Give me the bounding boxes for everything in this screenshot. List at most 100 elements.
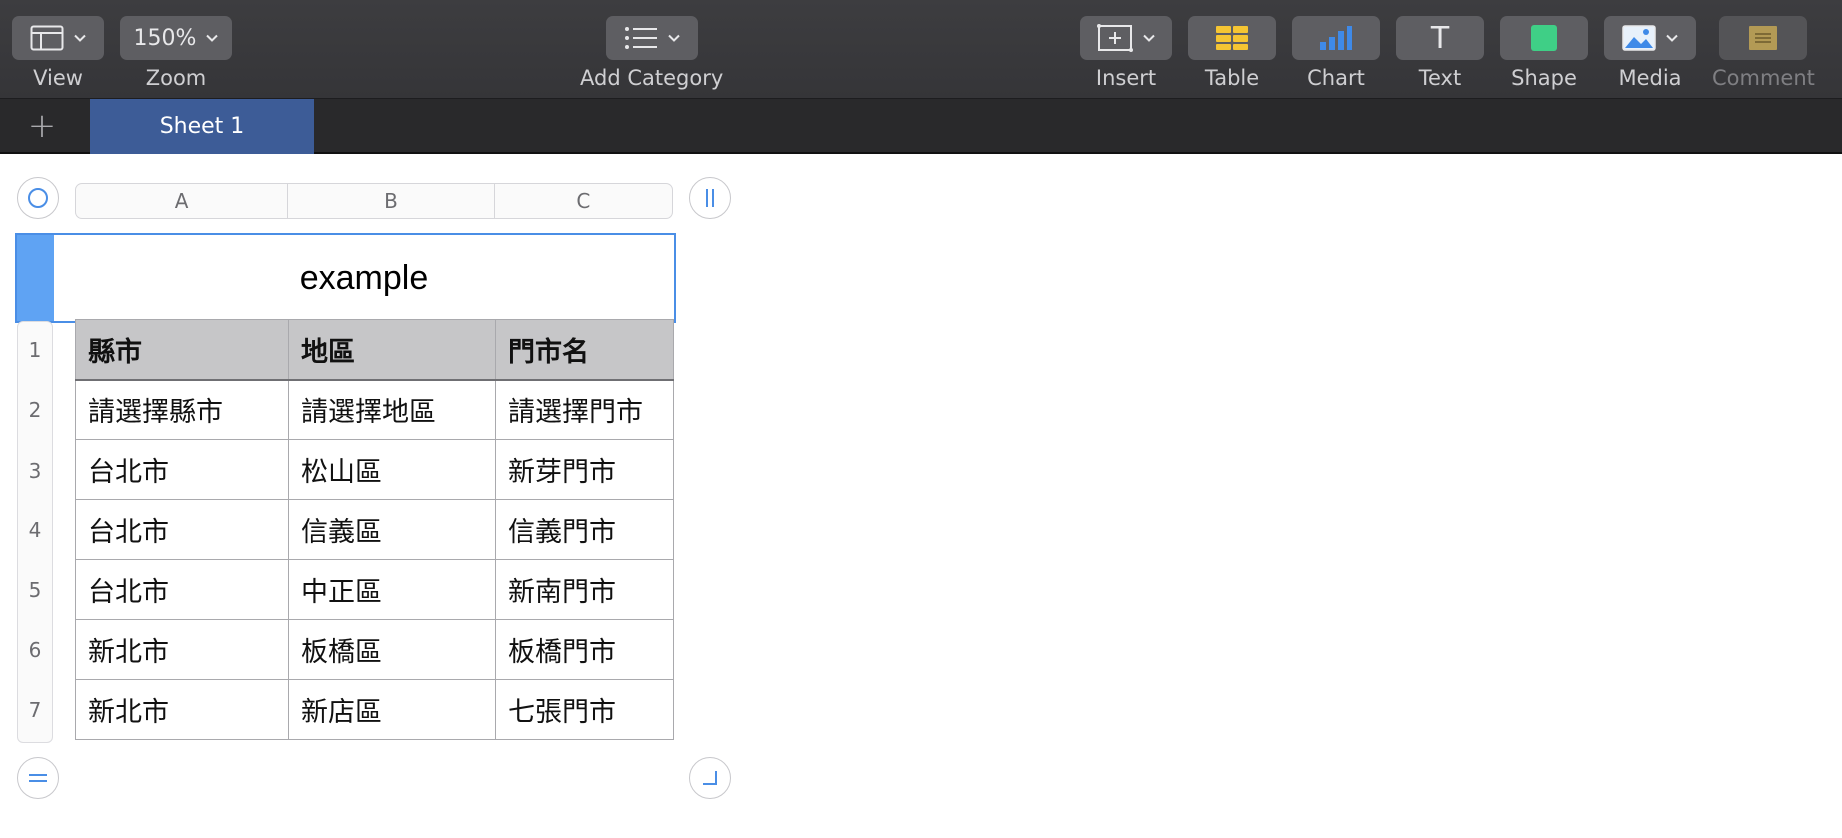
resize-table-handle[interactable] <box>689 757 731 799</box>
add-category-control[interactable]: Add Category <box>580 16 723 90</box>
table-button[interactable] <box>1188 16 1276 60</box>
table-row: 台北市 信義區 信義門市 <box>75 499 674 560</box>
table-cell[interactable]: 新北市 <box>75 619 289 680</box>
text-icon: T <box>1430 20 1450 56</box>
text-control[interactable]: T Text <box>1396 16 1484 90</box>
sheet-tab-label: Sheet 1 <box>159 114 245 139</box>
chart-label: Chart <box>1307 66 1365 90</box>
add-category-label: Add Category <box>580 66 724 90</box>
toolbar: View 150% Zoom Add Category Insert Table… <box>0 0 1842 99</box>
list-icon <box>624 27 657 49</box>
title-row-selector[interactable] <box>17 235 54 321</box>
header-cell[interactable]: 縣市 <box>75 319 289 381</box>
row-number[interactable]: 5 <box>18 578 52 602</box>
row-number[interactable]: 2 <box>18 398 52 422</box>
row-number[interactable]: 1 <box>18 338 52 362</box>
zoom-label: Zoom <box>145 66 207 90</box>
table-cell[interactable]: 台北市 <box>75 499 289 560</box>
table-row: 新北市 新店區 七張門市 <box>75 679 674 740</box>
comment-icon <box>1749 26 1778 50</box>
table-title-box[interactable]: example <box>15 233 676 323</box>
chevron-down-icon <box>206 34 219 42</box>
add-row-handle[interactable] <box>17 757 59 799</box>
shape-button[interactable] <box>1500 16 1588 60</box>
table-label: Table <box>1204 66 1260 90</box>
row-number[interactable]: 6 <box>18 638 52 662</box>
column-header-b[interactable]: B <box>288 184 495 218</box>
shape-icon <box>1531 25 1557 51</box>
text-button[interactable]: T <box>1396 16 1484 60</box>
table-cell[interactable]: 中正區 <box>288 559 496 620</box>
column-header-c[interactable]: C <box>495 184 672 218</box>
insert-button[interactable] <box>1080 16 1172 60</box>
table-cell[interactable]: 板橋區 <box>288 619 496 680</box>
chart-control[interactable]: Chart <box>1292 16 1380 90</box>
table-cell[interactable]: 信義門市 <box>495 499 674 560</box>
corner-resize-icon <box>703 771 717 785</box>
circle-handle-icon <box>28 188 48 208</box>
add-category-button[interactable] <box>605 16 698 60</box>
shape-label: Shape <box>1511 66 1577 90</box>
data-table: 縣市 地區 門市名 請選擇縣市 請選擇地區 請選擇門市 台北市 松山區 新芽門市… <box>75 319 674 740</box>
photo-icon <box>1622 25 1656 51</box>
table-title: example <box>299 258 429 297</box>
insert-box-icon <box>1097 24 1133 52</box>
table-cell[interactable]: 松山區 <box>288 439 496 500</box>
chevron-down-icon <box>1143 34 1155 42</box>
row-number[interactable]: 3 <box>18 459 52 483</box>
comment-control[interactable]: Comment <box>1712 16 1815 90</box>
table-cell[interactable]: 新北市 <box>75 679 289 740</box>
table-cell[interactable]: 七張門市 <box>495 679 674 740</box>
sheet-canvas: A B C example 1 2 3 4 5 6 7 縣市 地區 門市名 請選… <box>0 156 1842 838</box>
insert-label: Insert <box>1095 66 1157 90</box>
add-column-handle[interactable] <box>689 177 731 219</box>
row-header-bar: 1 2 3 4 5 6 7 <box>17 321 53 743</box>
shape-control[interactable]: Shape <box>1500 16 1588 90</box>
tab-sheet-1[interactable]: Sheet 1 <box>90 99 314 154</box>
header-cell[interactable]: 地區 <box>288 319 496 381</box>
header-row: 縣市 地區 門市名 <box>75 319 674 381</box>
zoom-control[interactable]: 150% Zoom <box>120 16 232 90</box>
table-row: 請選擇縣市 請選擇地區 請選擇門市 <box>75 379 674 440</box>
row-number[interactable]: 4 <box>18 518 52 542</box>
add-sheet-button[interactable]: + <box>22 109 62 145</box>
column-header-a[interactable]: A <box>76 184 289 218</box>
table-cell[interactable]: 台北市 <box>75 439 289 500</box>
sidebar-layout-icon <box>30 25 64 51</box>
view-control[interactable]: View <box>12 16 104 90</box>
media-label: Media <box>1618 66 1682 90</box>
column-header-bar: A B C <box>75 183 673 219</box>
pause-bars-icon <box>706 189 714 207</box>
insert-control[interactable]: Insert <box>1080 16 1172 90</box>
view-button[interactable] <box>12 16 104 60</box>
table-row: 台北市 松山區 新芽門市 <box>75 439 674 500</box>
table-row: 台北市 中正區 新南門市 <box>75 559 674 620</box>
select-table-handle[interactable] <box>17 177 59 219</box>
media-control[interactable]: Media <box>1604 16 1696 90</box>
text-label: Text <box>1418 66 1462 90</box>
view-label: View <box>33 66 83 90</box>
media-button[interactable] <box>1604 16 1696 60</box>
table-cell[interactable]: 新店區 <box>288 679 496 740</box>
table-row: 新北市 板橋區 板橋門市 <box>75 619 674 680</box>
table-cell[interactable]: 請選擇縣市 <box>75 379 289 440</box>
table-cell[interactable]: 請選擇門市 <box>495 379 674 440</box>
table-control[interactable]: Table <box>1188 16 1276 90</box>
table-cell[interactable]: 信義區 <box>288 499 496 560</box>
chart-button[interactable] <box>1292 16 1380 60</box>
zoom-select[interactable]: 150% <box>120 16 232 60</box>
table-cell[interactable]: 板橋門市 <box>495 619 674 680</box>
row-number[interactable]: 7 <box>18 698 52 722</box>
table-cell[interactable]: 台北市 <box>75 559 289 620</box>
header-cell[interactable]: 門市名 <box>495 319 674 381</box>
chevron-down-icon <box>74 34 86 42</box>
table-cell[interactable]: 請選擇地區 <box>288 379 496 440</box>
table-cell[interactable]: 新南門市 <box>495 559 674 620</box>
table-icon <box>1216 26 1248 50</box>
comment-label: Comment <box>1712 66 1815 90</box>
chevron-down-icon <box>667 34 680 42</box>
table-cell[interactable]: 新芽門市 <box>495 439 674 500</box>
sheet-tab-bar: + Sheet 1 <box>0 99 1842 154</box>
comment-button[interactable] <box>1719 16 1808 60</box>
equals-bars-icon <box>29 774 47 782</box>
